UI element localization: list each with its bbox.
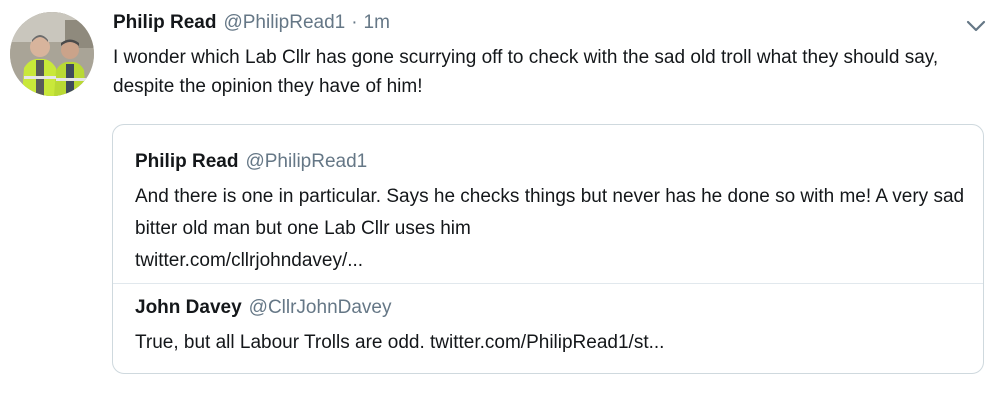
tweet-menu-button[interactable] xyxy=(964,16,988,36)
author-handle[interactable]: @PhilipRead1 xyxy=(223,12,345,34)
quoted-author-name: Philip Read xyxy=(135,151,239,172)
tweet-card[interactable]: Philip Read @PhilipRead1 · 1m I wonder w… xyxy=(0,0,1000,410)
divider xyxy=(113,283,983,284)
quoted-author-handle: @PhilipRead1 xyxy=(245,151,368,172)
nested-author-name: John Davey xyxy=(135,297,242,318)
quoted-tweet[interactable]: Philip Read @PhilipRead1 And there is on… xyxy=(112,124,984,374)
nested-author-handle: @CllrJohnDavey xyxy=(248,297,392,318)
nested-quote-header: John Davey @CllrJohnDavey xyxy=(135,297,392,319)
chevron-down-icon xyxy=(966,20,986,32)
author-name[interactable]: Philip Read xyxy=(113,12,216,34)
avatar-photo-icon xyxy=(10,12,94,96)
timestamp[interactable]: 1m xyxy=(364,12,390,34)
nested-quote-text: True, but all Labour Trolls are odd. twi… xyxy=(135,332,665,353)
quoted-tweet-text: And there is one in particular. Says he … xyxy=(135,186,965,239)
tweet-text: I wonder which Lab Cllr has gone scurryi… xyxy=(113,47,939,97)
quoted-tweet-link[interactable]: twitter.com/cllrjohndavey/... xyxy=(135,245,971,277)
quoted-tweet-text-block: And there is one in particular. Says he … xyxy=(135,181,971,277)
separator-dot: · xyxy=(351,12,358,33)
quoted-tweet-header: Philip Read @PhilipRead1 xyxy=(135,151,367,173)
avatar[interactable] xyxy=(10,12,94,96)
tweet-header: Philip Read @PhilipRead1 · 1m xyxy=(113,12,390,38)
